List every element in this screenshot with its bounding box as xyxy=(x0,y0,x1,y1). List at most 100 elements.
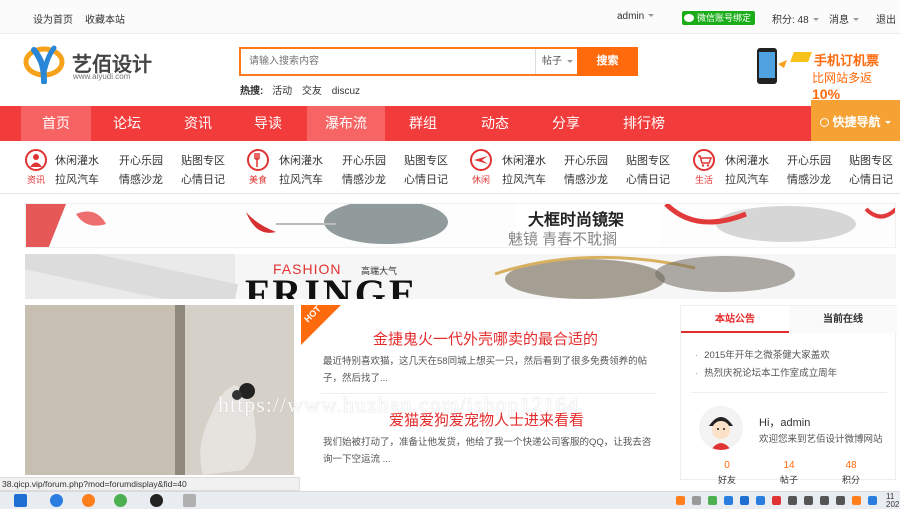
avatar[interactable] xyxy=(699,406,743,450)
fashion-banner[interactable]: FASHION 高端大气 FRINGE xyxy=(25,254,896,299)
nav-groups[interactable]: 群组 xyxy=(388,106,458,141)
mobile-ticket-promo[interactable]: 手机订机票 比网站多返10% xyxy=(752,46,898,102)
nav-feed[interactable]: 动态 xyxy=(460,106,530,141)
volume-icon[interactable] xyxy=(804,496,813,505)
promo-title: 手机订机票 xyxy=(814,53,880,68)
tab-notice[interactable]: 本站公告 xyxy=(681,306,789,333)
notice-item[interactable]: 2015年开年之微茶健大家盖欢 xyxy=(695,347,830,361)
search-button[interactable]: 搜索 xyxy=(577,47,638,76)
stat-label: 积分 xyxy=(841,475,860,485)
avatar-icon xyxy=(699,406,743,450)
article-title[interactable]: 金捷鬼火一代外壳哪卖的最合适的 xyxy=(373,328,598,349)
quick-nav-button[interactable]: 快捷导航 xyxy=(811,100,900,141)
glasses-banner[interactable]: 大框时尚镜架 魅镜 青春不耽搁 xyxy=(25,203,896,248)
notice-item[interactable]: 热烈庆祝论坛本工作室成立周年 xyxy=(695,365,837,379)
forum-link[interactable]: 心情日记 xyxy=(626,171,670,187)
wechat-bind-button[interactable]: 微信账号绑定 xyxy=(682,11,756,25)
forum-link[interactable]: 拉风汽车 xyxy=(55,171,99,187)
forum-link[interactable]: 贴图专区 xyxy=(404,152,448,168)
top-bar: 设为首页 收藏本站 admin 微信账号绑定 积分: 48 消息 退出 xyxy=(0,0,900,34)
site-logo[interactable]: 艺佰设计 www.aiyudi.com xyxy=(22,42,182,85)
cat-label: 美食 xyxy=(248,175,267,185)
forum-link[interactable]: 情感沙龙 xyxy=(787,171,831,187)
nav-share[interactable]: 分享 xyxy=(531,106,601,141)
points-menu[interactable]: 积分: 48 xyxy=(772,11,819,26)
network-icon[interactable] xyxy=(788,496,797,505)
search-icon[interactable] xyxy=(50,494,63,507)
stat-friends[interactable]: 0 好友 xyxy=(707,460,747,486)
forum-link[interactable]: 心情日记 xyxy=(404,171,448,187)
nav-ranking[interactable]: 排行榜 xyxy=(608,106,680,141)
qq-icon[interactable] xyxy=(150,494,163,507)
forum-link[interactable]: 贴图专区 xyxy=(181,152,225,168)
featured-image[interactable] xyxy=(25,305,294,475)
cat-leisure[interactable]: 休闲 xyxy=(464,147,498,189)
nav-forum[interactable]: 论坛 xyxy=(91,106,163,141)
cat-label: 资讯 xyxy=(26,175,45,185)
tray-icon[interactable] xyxy=(724,496,733,505)
tray-icon[interactable] xyxy=(868,496,877,505)
forum-link[interactable]: 情感沙龙 xyxy=(564,171,608,187)
cat-info[interactable]: 资讯 xyxy=(19,147,53,189)
forum-link[interactable]: 拉风汽车 xyxy=(279,171,323,187)
taskbar: 112021 xyxy=(0,491,900,509)
forum-link[interactable]: 贴图专区 xyxy=(626,152,670,168)
bookmark-link[interactable]: 收藏本站 xyxy=(85,11,125,26)
forum-link[interactable]: 开心乐园 xyxy=(342,152,386,168)
forum-link[interactable]: 情感沙龙 xyxy=(342,171,386,187)
tab-online[interactable]: 当前在线 xyxy=(789,306,897,333)
tray-icon[interactable] xyxy=(852,496,861,505)
logout-link[interactable]: 退出 xyxy=(876,11,896,26)
clock[interactable]: 112021 xyxy=(886,493,900,509)
tray-icon[interactable] xyxy=(772,496,781,505)
banner-artwork xyxy=(25,254,795,299)
hot-word[interactable]: 活动 xyxy=(272,86,292,97)
forum-link[interactable]: 情感沙龙 xyxy=(119,171,163,187)
hot-word[interactable]: discuz xyxy=(332,86,360,97)
shield-icon[interactable] xyxy=(756,496,765,505)
divider xyxy=(691,392,887,393)
forum-link[interactable]: 拉风汽车 xyxy=(725,171,769,187)
user-menu[interactable]: admin xyxy=(617,11,654,22)
keyboard-icon[interactable] xyxy=(820,496,829,505)
plane-icon xyxy=(790,52,812,62)
app-icon[interactable] xyxy=(114,494,127,507)
forum-link[interactable]: 开心乐园 xyxy=(787,152,831,168)
nav-guide[interactable]: 导读 xyxy=(233,106,303,141)
forum-link[interactable]: 开心乐园 xyxy=(119,152,163,168)
set-home-link[interactable]: 设为首页 xyxy=(33,11,73,26)
forum-link[interactable]: 开心乐园 xyxy=(564,152,608,168)
nav-news[interactable]: 资讯 xyxy=(163,106,233,141)
nav-waterfall[interactable]: 瀑布流 xyxy=(307,106,385,141)
stat-value: 14 xyxy=(783,460,795,471)
forum-link[interactable]: 休闲灌水 xyxy=(725,152,769,168)
hot-word[interactable]: 交友 xyxy=(302,86,322,97)
ime-icon[interactable] xyxy=(836,496,845,505)
cat-life[interactable]: 生活 xyxy=(687,147,721,189)
cat-food[interactable]: 美食 xyxy=(241,147,275,189)
hot-articles: HOT 金捷鬼火一代外壳哪卖的最合适的 最近特别喜欢猫，这几天在58同城上想买一… xyxy=(301,304,675,477)
explorer-icon[interactable] xyxy=(183,494,196,507)
search-scope-select[interactable]: 帖子 xyxy=(535,49,577,74)
tray-icon[interactable] xyxy=(692,496,701,505)
forum-link[interactable]: 拉风汽车 xyxy=(502,171,546,187)
stat-points[interactable]: 48 积分 xyxy=(831,460,871,486)
forum-link[interactable]: 休闲灌水 xyxy=(279,152,323,168)
forum-link[interactable]: 休闲灌水 xyxy=(55,152,99,168)
firefox-icon[interactable] xyxy=(82,494,95,507)
wechat-bind-label: 微信账号绑定 xyxy=(697,13,752,23)
windows-start-icon[interactable] xyxy=(14,494,27,507)
forum-link[interactable]: 休闲灌水 xyxy=(502,152,546,168)
nav-home[interactable]: 首页 xyxy=(21,106,91,141)
forum-link[interactable]: 贴图专区 xyxy=(849,152,893,168)
chevron-down-icon xyxy=(884,121,891,127)
forum-link[interactable]: 心情日记 xyxy=(181,171,225,187)
tray-icon[interactable] xyxy=(676,496,685,505)
forum-link[interactable]: 心情日记 xyxy=(849,171,893,187)
banner1-title: 大框时尚镜架 xyxy=(528,212,625,229)
messages-menu[interactable]: 消息 xyxy=(829,11,859,26)
tray-icon[interactable] xyxy=(708,496,717,505)
bluetooth-icon[interactable] xyxy=(740,496,749,505)
search-input[interactable] xyxy=(241,49,535,74)
stat-posts[interactable]: 14 帖子 xyxy=(769,460,809,486)
